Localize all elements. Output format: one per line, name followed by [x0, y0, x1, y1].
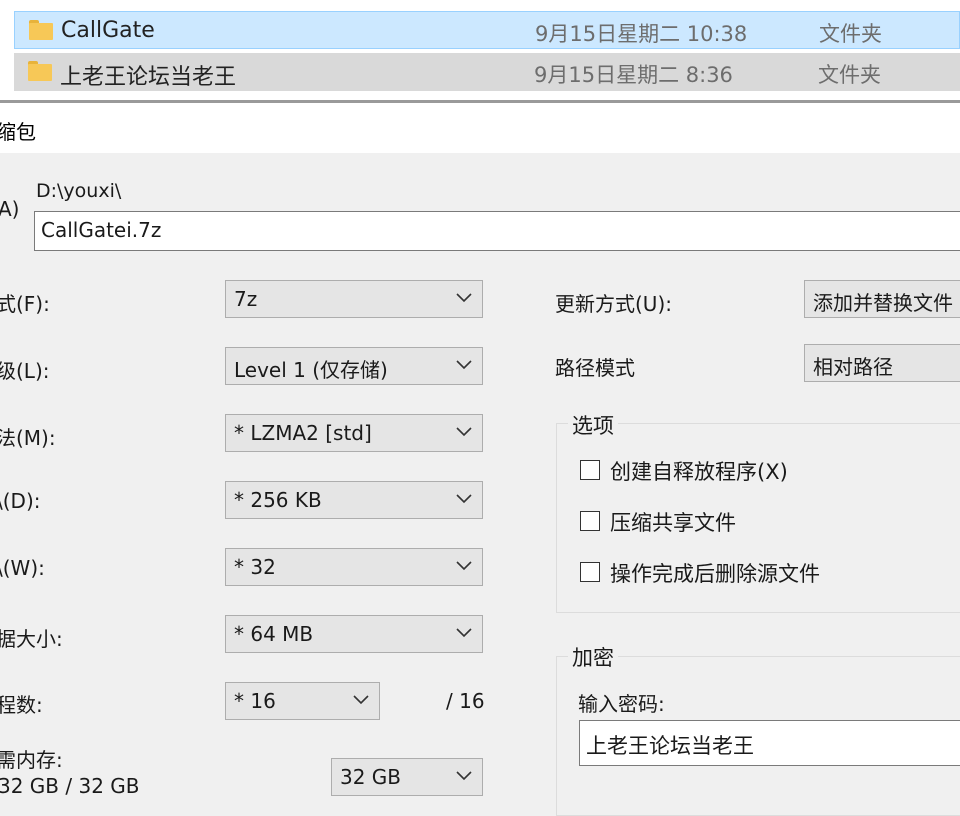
file-type: 文件夹: [819, 22, 882, 46]
file-name: 上老王论坛当老王: [60, 65, 237, 90]
path-mode-value: 相对路径: [813, 355, 893, 379]
chevron-down-icon: [353, 695, 369, 705]
checkbox-label: 创建自释放程序(X): [610, 460, 788, 484]
word-size-select[interactable]: * 32: [225, 548, 483, 586]
method-label: 法(M):: [0, 426, 56, 450]
file-date: 9月15日星期二 10:38: [535, 22, 748, 46]
file-name: CallGate: [61, 18, 155, 43]
method-value: * LZMA2 [std]: [234, 421, 372, 445]
memory-usage: 32 GB / 32 GB: [0, 774, 140, 798]
update-mode-value: 添加并替换文件: [813, 291, 953, 315]
password-label: 输入密码:: [578, 692, 665, 716]
chevron-down-icon: [456, 494, 472, 504]
format-select[interactable]: 7z: [225, 280, 483, 318]
password-input[interactable]: 上老王论坛当老王: [579, 720, 960, 766]
threads-label: 程数:: [0, 693, 43, 717]
file-type: 文件夹: [818, 63, 881, 87]
level-select[interactable]: Level 1 (仅存储): [225, 347, 483, 385]
archive-name-value: CallGatei.7z: [41, 218, 162, 242]
options-group-title: 选项: [568, 410, 618, 440]
memory-value: 32 GB: [340, 765, 402, 789]
threads-max: / 16: [446, 689, 485, 713]
dictionary-size-label: \(D):: [0, 489, 41, 513]
file-row-laowang[interactable]: 上老王论坛当老王 9月15日星期二 8:36 文件夹: [14, 53, 960, 91]
archive-name-input[interactable]: CallGatei.7z: [34, 211, 960, 251]
chevron-down-icon: [456, 771, 472, 781]
format-value: 7z: [234, 287, 258, 311]
path-mode-label: 路径模式: [555, 356, 635, 380]
solid-block-size-select[interactable]: * 64 MB: [225, 615, 483, 653]
level-label: 级(L):: [0, 359, 50, 383]
solid-block-size-value: * 64 MB: [234, 622, 314, 646]
chevron-down-icon: [456, 293, 472, 303]
format-label: 式(F):: [0, 292, 50, 316]
solid-block-size-label: 据大小:: [0, 627, 63, 651]
dictionary-size-select[interactable]: * 256 KB: [225, 481, 483, 519]
update-mode-select[interactable]: 添加并替换文件: [804, 280, 960, 318]
threads-value: * 16: [234, 689, 276, 713]
file-date: 9月15日星期二 8:36: [534, 63, 733, 87]
memory-label: 需内存:: [0, 748, 63, 772]
dictionary-size-value: * 256 KB: [234, 488, 322, 512]
dialog-titlebar: 缩包: [0, 103, 960, 153]
password-value: 上老王论坛当老王: [586, 734, 754, 758]
checkbox-label: 操作完成后删除源文件: [610, 562, 820, 586]
chevron-down-icon: [456, 360, 472, 370]
chevron-down-icon: [456, 561, 472, 571]
word-size-label: \(W):: [0, 556, 45, 580]
level-value: Level 1 (仅存储): [234, 358, 388, 382]
checkbox-box[interactable]: [580, 511, 600, 531]
chevron-down-icon: [456, 628, 472, 638]
dialog-title: 缩包: [0, 120, 36, 144]
folder-icon: [28, 61, 52, 81]
archive-label: A): [0, 197, 20, 221]
checkbox-box[interactable]: [580, 460, 600, 480]
file-list: CallGate 9月15日星期二 10:38 文件夹 上老王论坛当老王 9月1…: [0, 0, 960, 100]
chevron-down-icon: [456, 427, 472, 437]
update-mode-label: 更新方式(U):: [555, 292, 672, 316]
word-size-value: * 32: [234, 555, 276, 579]
memory-select[interactable]: 32 GB: [331, 758, 483, 796]
method-select[interactable]: * LZMA2 [std]: [225, 414, 483, 452]
archive-directory: D:\youxi\: [36, 180, 122, 202]
checkbox-box[interactable]: [580, 562, 600, 582]
encryption-group-title: 加密: [568, 642, 618, 672]
path-mode-select[interactable]: 相对路径: [804, 344, 960, 382]
threads-select[interactable]: * 16: [225, 682, 380, 720]
folder-icon: [29, 20, 53, 40]
file-row-callgate[interactable]: CallGate 9月15日星期二 10:38 文件夹: [14, 11, 960, 49]
checkbox-label: 压缩共享文件: [610, 511, 736, 535]
